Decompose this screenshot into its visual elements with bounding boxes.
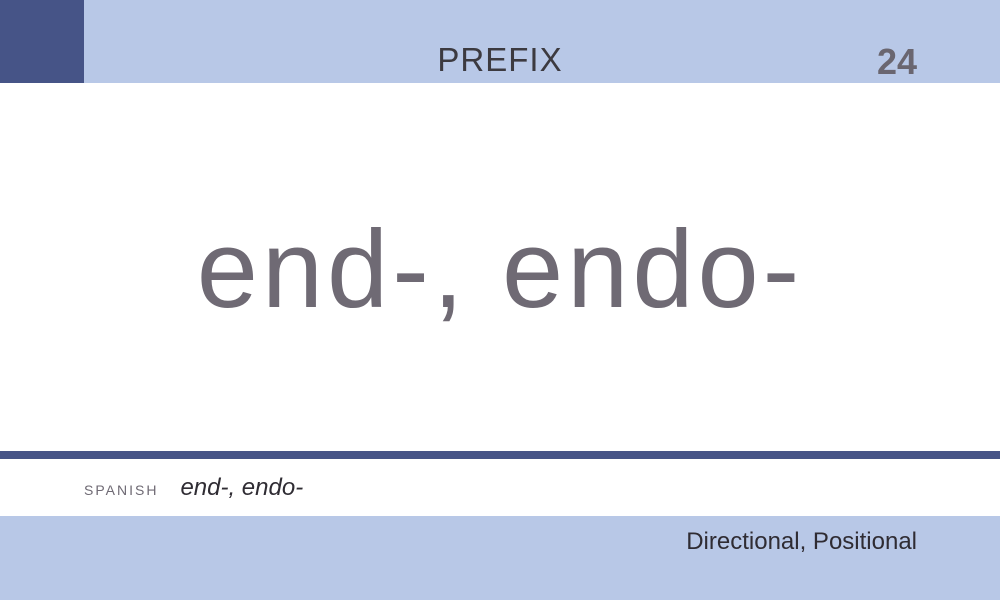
main-term: end-, endo-	[196, 208, 804, 331]
divider-line	[0, 451, 1000, 459]
spanish-label: SPANISH	[84, 482, 159, 498]
footer-category: Directional, Positional	[686, 528, 917, 555]
card-category-label: PREFIX	[437, 41, 563, 78]
card-number: 24	[876, 41, 917, 82]
spanish-term: end-, endo-	[180, 474, 304, 501]
spanish-translation-row: SPANISH end-, endo-	[84, 474, 303, 504]
flashcard: PREFIX 24 end-, endo- SPANISH end-, endo…	[0, 0, 1000, 600]
